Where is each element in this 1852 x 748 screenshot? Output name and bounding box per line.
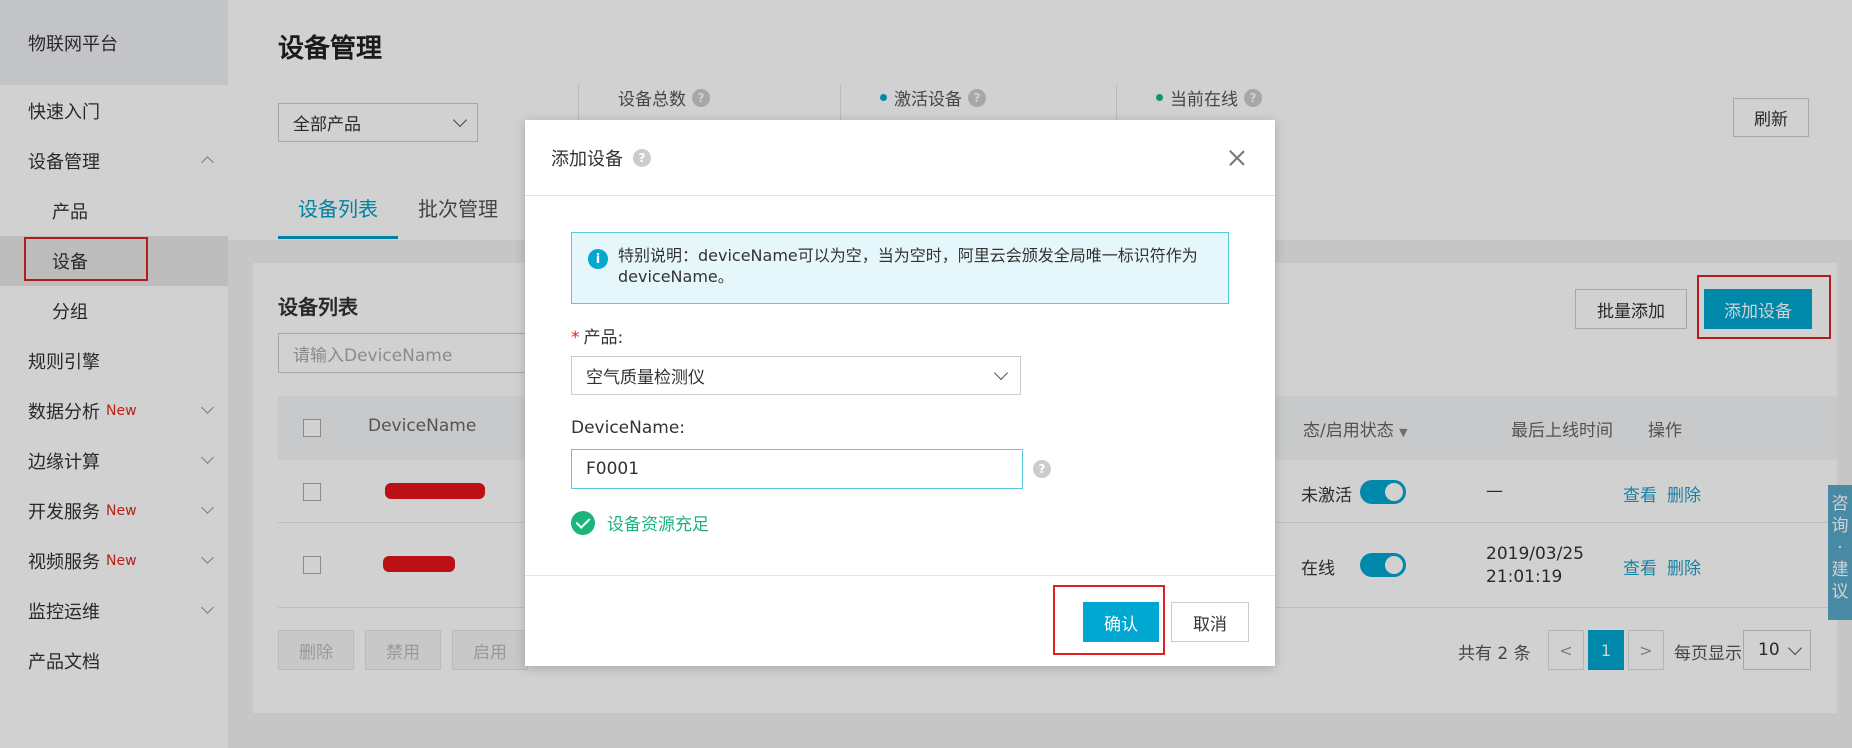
product-label-text: 产品: <box>583 328 624 348</box>
help-icon[interactable]: ? <box>1033 460 1051 478</box>
devicename-input[interactable]: F0001 <box>571 449 1023 489</box>
dialog-title: 添加设备 <box>551 148 623 170</box>
highlight-box <box>1053 585 1165 655</box>
cancel-button[interactable]: 取消 <box>1171 602 1249 642</box>
devicename-field-label: DeviceName: <box>571 418 686 438</box>
check-circle-icon <box>571 510 595 535</box>
product-select[interactable]: 空气质量检测仪 <box>571 356 1021 395</box>
info-icon: i <box>588 249 608 269</box>
add-device-dialog: 添加设备 ? i 特别说明：deviceName可以为空，当为空时，阿里云会颁发… <box>525 120 1275 666</box>
dialog-header: 添加设备 ? <box>525 120 1275 196</box>
info-notice: i 特别说明：deviceName可以为空，当为空时，阿里云会颁发全局唯一标识符… <box>571 232 1229 304</box>
resource-status-text: 设备资源充足 <box>607 515 709 535</box>
product-field-label: * 产品: <box>571 323 623 348</box>
required-marker: * <box>571 328 580 348</box>
close-icon[interactable] <box>1229 150 1245 166</box>
resource-status: 设备资源充足 <box>571 510 709 535</box>
dialog-footer-divider <box>525 575 1275 576</box>
chevron-down-icon <box>993 365 1009 381</box>
product-select-value: 空气质量检测仪 <box>586 368 705 388</box>
help-icon[interactable]: ? <box>633 148 651 167</box>
notice-text: 特别说明：deviceName可以为空，当为空时，阿里云会颁发全局唯一标识符作为… <box>618 246 1198 286</box>
